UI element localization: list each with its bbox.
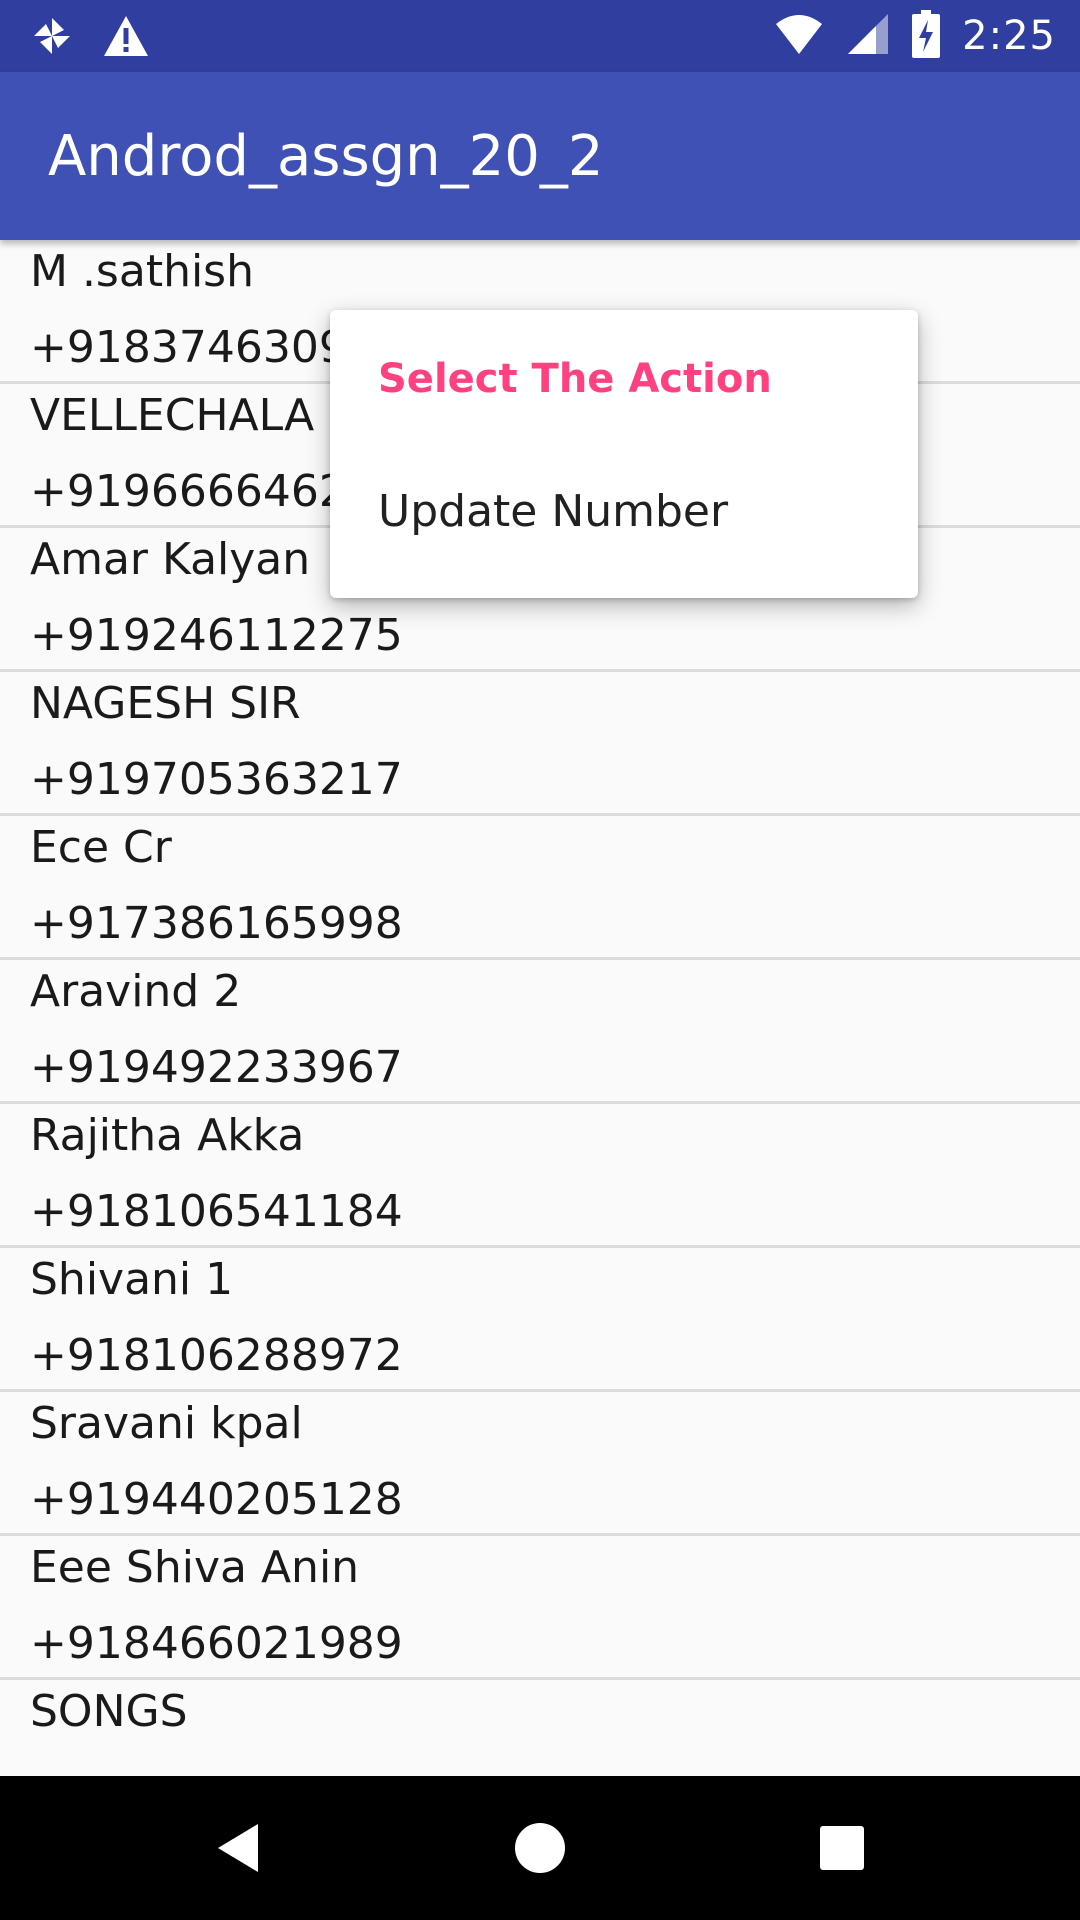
contact-name: Aravind 2 [30, 966, 242, 1017]
contact-row[interactable]: Aravind 2 +919492233967 [0, 960, 1080, 1104]
contact-row[interactable]: Sravani kpal +919440205128 [0, 1392, 1080, 1536]
contact-phone: +919492233967 [30, 1042, 403, 1093]
contact-phone: +918106288972 [30, 1330, 403, 1381]
contact-row[interactable]: SONGS [0, 1680, 1080, 1776]
contact-name: VELLECHALA [30, 390, 315, 441]
contact-phone: +919705363217 [30, 754, 403, 805]
contact-row[interactable]: NAGESH SIR +919705363217 [0, 672, 1080, 816]
warning-icon [102, 14, 150, 62]
contact-phone: +919440205128 [30, 1474, 403, 1525]
status-time: 2:25 [962, 13, 1056, 59]
app-title: Androd_assgn_20_2 [48, 124, 604, 189]
contact-row[interactable]: Rajitha Akka +918106541184 [0, 1104, 1080, 1248]
contact-phone: +917386165998 [30, 898, 403, 949]
contact-name: Rajitha Akka [30, 1110, 305, 1161]
update-number-menu-item[interactable]: Update Number [330, 450, 918, 570]
battery-charging-icon [912, 10, 941, 62]
contact-name: SONGS [30, 1686, 188, 1737]
app-bar: Androd_assgn_20_2 [0, 72, 1080, 240]
recents-icon[interactable] [814, 1820, 870, 1876]
context-menu: Select The Action Update Number [330, 310, 918, 598]
contact-name: Shivani 1 [30, 1254, 234, 1305]
back-icon[interactable] [212, 1820, 268, 1876]
contact-name: Sravani kpal [30, 1398, 303, 1449]
home-icon[interactable] [512, 1820, 568, 1876]
contact-name: Eee Shiva Anin [30, 1542, 360, 1593]
contact-name: Ece Cr [30, 822, 172, 873]
context-menu-title: Select The Action [378, 356, 772, 402]
status-bar: 2:25 [0, 0, 1080, 72]
contact-row[interactable]: Eee Shiva Anin +918466021989 [0, 1536, 1080, 1680]
pinwheel-icon [30, 14, 74, 62]
navigation-bar [0, 1776, 1080, 1920]
wifi-icon [774, 12, 824, 60]
signal-icon [846, 12, 890, 60]
contact-row[interactable]: Shivani 1 +918106288972 [0, 1248, 1080, 1392]
contact-phone: +918106541184 [30, 1186, 403, 1237]
contact-name: Amar Kalyan [30, 534, 311, 585]
contact-name: M .sathish [30, 246, 254, 297]
contact-phone: +919246112275 [30, 610, 403, 661]
contact-row[interactable]: Ece Cr +917386165998 [0, 816, 1080, 960]
menu-item-label: Update Number [378, 486, 729, 537]
contact-phone: +918466021989 [30, 1618, 403, 1669]
contact-name: NAGESH SIR [30, 678, 301, 729]
